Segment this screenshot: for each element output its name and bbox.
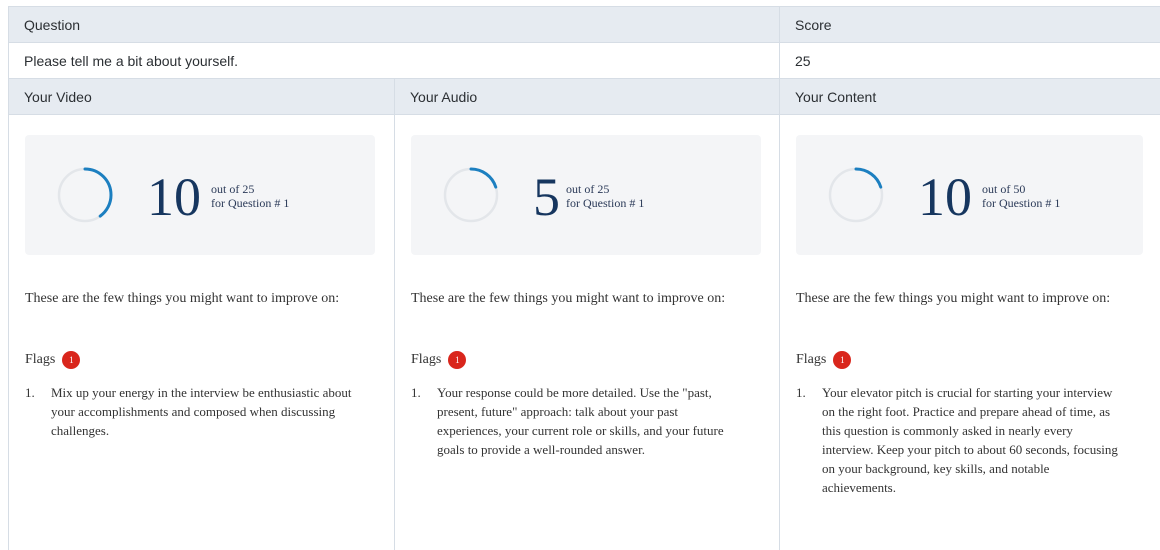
video-panel: 10 out of 25 for Question # 1 These are … xyxy=(9,121,394,550)
tip-text: Your elevator pitch is crucial for start… xyxy=(822,385,1118,495)
content-score-card: 10 out of 50 for Question # 1 xyxy=(796,135,1143,255)
tip-text: Mix up your energy in the interview be e… xyxy=(51,385,352,438)
content-flags: Flags 1 xyxy=(796,351,852,369)
content-out-of: out of 50 xyxy=(982,182,1026,196)
audio-panel: 5 out of 25 for Question # 1 These are t… xyxy=(395,121,780,550)
audio-improve-text: These are the few things you might want … xyxy=(411,291,726,306)
video-out-of: out of 25 xyxy=(211,182,255,196)
audio-question-ref: for Question # 1 xyxy=(566,196,645,210)
content-improve-text: These are the few things you might want … xyxy=(796,291,1111,306)
flag-count-badge: 1 xyxy=(62,351,81,369)
video-question-ref: for Question # 1 xyxy=(211,196,290,210)
audio-tip-item: 1. Your response could be more detailed.… xyxy=(411,383,741,459)
audio-progress-ring xyxy=(443,167,499,223)
tip-number: 1. xyxy=(411,385,421,400)
video-flags: Flags 1 xyxy=(25,351,81,369)
tip-text: Your response could be more detailed. Us… xyxy=(437,385,724,457)
tip-number: 1. xyxy=(796,385,806,400)
audio-score: 5 xyxy=(533,167,560,227)
audio-out-of: out of 25 xyxy=(566,182,610,196)
section-header-row: Your Video Your Audio Your Content xyxy=(9,79,1160,115)
audio-header: Your Audio xyxy=(410,88,478,105)
flag-count-badge: 1 xyxy=(833,351,852,369)
audio-flags: Flags 1 xyxy=(411,351,467,369)
content-question-ref: for Question # 1 xyxy=(982,196,1061,210)
audio-score-card: 5 out of 25 for Question # 1 xyxy=(411,135,761,255)
video-score: 10 xyxy=(147,167,201,227)
results-table: Question Score Please tell me a bit abou… xyxy=(8,6,1160,550)
content-tip-item: 1. Your elevator pitch is crucial for st… xyxy=(796,383,1126,497)
content-panel: 10 out of 50 for Question # 1 These are … xyxy=(780,121,1160,550)
flags-label: Flags xyxy=(25,352,56,367)
video-progress-ring xyxy=(57,167,113,223)
score-header: Score xyxy=(795,16,832,33)
content-progress-ring xyxy=(828,167,884,223)
content-header: Your Content xyxy=(795,88,877,105)
question-text: Please tell me a bit about yourself. xyxy=(24,52,239,69)
question-row: Please tell me a bit about yourself. 25 xyxy=(9,43,1160,79)
table-header-row: Question Score xyxy=(9,7,1160,43)
flags-label: Flags xyxy=(411,352,442,367)
flags-label: Flags xyxy=(796,352,827,367)
question-header: Question xyxy=(24,16,81,33)
video-score-card: 10 out of 25 for Question # 1 xyxy=(25,135,375,255)
video-header: Your Video xyxy=(24,88,92,105)
video-tip-item: 1. Mix up your energy in the interview b… xyxy=(25,383,355,440)
video-improve-text: These are the few things you might want … xyxy=(25,291,340,306)
tip-number: 1. xyxy=(25,385,35,400)
score-value: 25 xyxy=(795,52,811,69)
content-score: 10 xyxy=(918,167,972,227)
flag-count-badge: 1 xyxy=(448,351,467,369)
